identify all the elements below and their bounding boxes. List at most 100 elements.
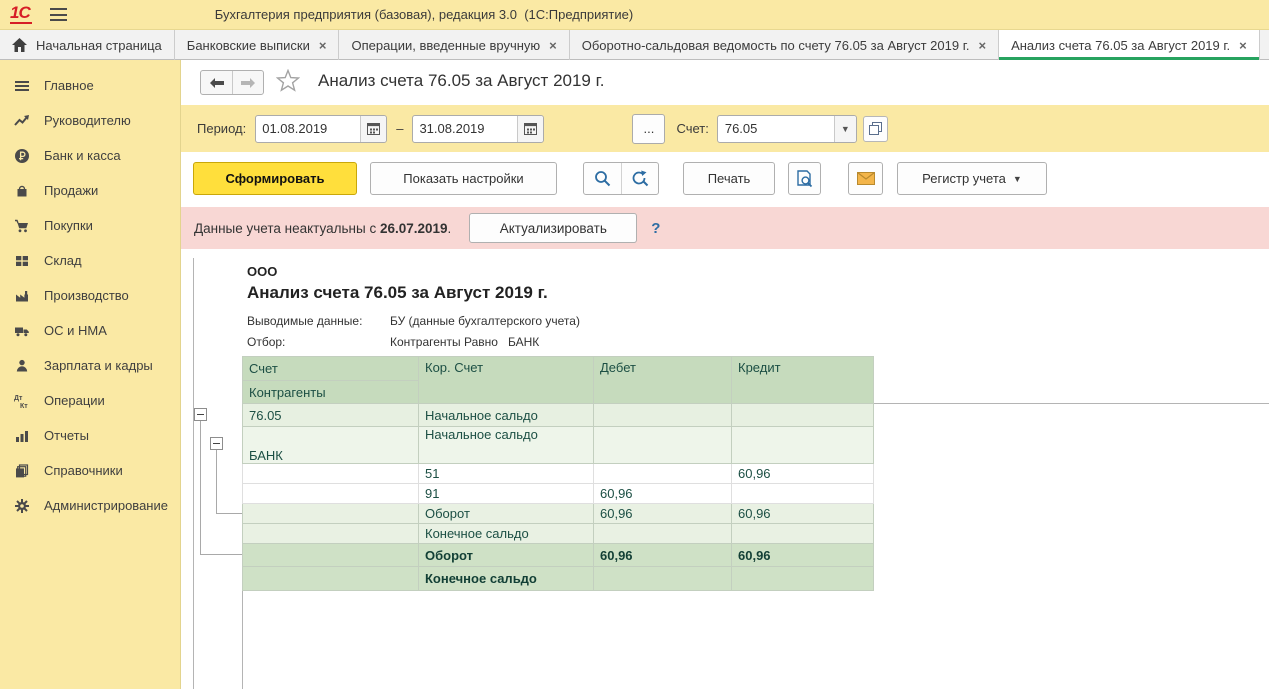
chevron-down-icon[interactable]: ▼	[834, 116, 856, 142]
filter-row: Период: – ... Счет: 76.05 ▼	[181, 105, 1269, 152]
menu-icon	[14, 78, 30, 94]
collapse-contractor-icon[interactable]	[210, 437, 223, 450]
sidebar-item-label: Главное	[44, 78, 94, 93]
cell-debit: 60,96	[594, 484, 732, 504]
search-icon[interactable]	[584, 163, 621, 194]
period-dash: –	[396, 121, 403, 136]
actualize-button[interactable]: Актуализировать	[469, 213, 637, 243]
mail-icon[interactable]	[849, 163, 882, 194]
close-icon[interactable]: ×	[319, 38, 327, 53]
truck-icon	[14, 323, 30, 339]
refresh-search-icon[interactable]	[621, 163, 658, 194]
report-meta-data: Выводимые данные:БУ (данные бухгалтерско…	[247, 314, 580, 328]
alert-date: 26.07.2019	[380, 221, 448, 236]
sidebar-item-production[interactable]: Производство	[0, 278, 180, 313]
cell-credit	[732, 567, 874, 591]
sidebar-item-sales[interactable]: Продажи	[0, 173, 180, 208]
factory-icon	[14, 288, 30, 304]
person-icon	[14, 358, 30, 374]
report-area: ООО Анализ счета 76.05 за Август 2019 г.…	[181, 250, 1269, 689]
cell-corr: Оборот	[419, 544, 594, 567]
sidebar-item-purchases[interactable]: Покупки	[0, 208, 180, 243]
sidebar-item-administration[interactable]: Администрирование	[0, 488, 180, 523]
account-open-button[interactable]	[863, 116, 888, 142]
account-value[interactable]: 76.05	[718, 116, 834, 142]
help-icon[interactable]: ?	[651, 220, 660, 237]
report-meta-filter: Отбор:Контрагенты Равно БАНК	[247, 335, 539, 349]
generate-button[interactable]: Сформировать	[193, 162, 357, 195]
tab-turnover-balance[interactable]: Оборотно-сальдовая ведомость по счету 76…	[570, 30, 999, 60]
sidebar-item-manager[interactable]: Руководителю	[0, 103, 180, 138]
cell-credit	[732, 484, 874, 504]
cell-account	[243, 484, 419, 504]
calendar-icon[interactable]	[517, 116, 543, 142]
sidebar-item-bank-cash[interactable]: Банк и касса	[0, 138, 180, 173]
sidebar-item-label: Зарплата и кадры	[44, 358, 153, 373]
register-button[interactable]: Регистр учета ▼	[897, 162, 1047, 195]
cell-debit: 60,96	[594, 544, 732, 567]
sidebar-item-label: Руководителю	[44, 113, 131, 128]
content-area: Анализ счета 76.05 за Август 2019 г. Пер…	[181, 60, 1269, 689]
sidebar-item-operations[interactable]: ДтКт Операции	[0, 383, 180, 418]
sidebar-item-label: Продажи	[44, 183, 98, 198]
home-icon	[12, 38, 27, 52]
register-label: Регистр учета	[922, 171, 1006, 186]
print-preview-icon[interactable]	[789, 163, 820, 194]
tab-label: Банковские выписки	[187, 38, 310, 53]
page-title: Анализ счета 76.05 за Август 2019 г.	[318, 71, 604, 91]
search-group	[583, 162, 659, 195]
sidebar-item-salary-hr[interactable]: Зарплата и кадры	[0, 348, 180, 383]
close-icon[interactable]: ×	[1239, 38, 1247, 53]
calendar-icon[interactable]	[360, 116, 386, 142]
sidebar-item-warehouse[interactable]: Склад	[0, 243, 180, 278]
cell-credit	[732, 404, 874, 427]
date-to-input[interactable]	[413, 116, 517, 142]
cell-debit	[594, 567, 732, 591]
collapse-account-icon[interactable]	[194, 408, 207, 421]
cell-corr: Начальное сальдо	[419, 404, 594, 427]
cell-account	[243, 504, 419, 524]
date-from-field	[255, 115, 387, 143]
tab-bank-statements[interactable]: Банковские выписки ×	[175, 30, 340, 60]
sidebar-item-reports[interactable]: Отчеты	[0, 418, 180, 453]
close-icon[interactable]: ×	[549, 38, 557, 53]
sidebar-item-fixed-assets[interactable]: ОС и НМА	[0, 313, 180, 348]
table-header-row: Счет Кор. Счет Дебет Кредит	[243, 357, 874, 381]
1c-logo-icon: 1С	[10, 5, 32, 24]
header-credit: Кредит	[732, 357, 874, 404]
tree-line	[216, 450, 217, 513]
favorite-star-icon[interactable]	[276, 69, 300, 97]
tree-line	[200, 421, 201, 554]
close-icon[interactable]: ×	[978, 38, 986, 53]
sidebar-item-directories[interactable]: Справочники	[0, 453, 180, 488]
stale-data-alert: Данные учета неактуальны с 26.07.2019. А…	[181, 207, 1269, 249]
show-settings-button[interactable]: Показать настройки	[370, 162, 557, 195]
account-combo: 76.05 ▼	[717, 115, 857, 143]
sidebar-item-label: Банк и касса	[44, 148, 121, 163]
gear-icon	[14, 498, 30, 514]
header-account: Счет	[243, 357, 419, 381]
main-menu-icon[interactable]	[50, 8, 67, 21]
tab-home[interactable]: Начальная страница	[0, 30, 175, 60]
sidebar: Главное Руководителю Банк и касса Продаж…	[0, 60, 181, 689]
tab-account-analysis[interactable]: Анализ счета 76.05 за Август 2019 г. ×	[999, 30, 1260, 60]
sidebar-item-main[interactable]: Главное	[0, 68, 180, 103]
cell-credit: 60,96	[732, 504, 874, 524]
sidebar-item-label: Администрирование	[44, 498, 168, 513]
dtkt-icon: ДтКт	[14, 393, 30, 409]
grid-icon	[14, 253, 30, 269]
period-more-button[interactable]: ...	[632, 114, 665, 144]
cell-credit	[732, 427, 874, 464]
cell-account: 76.05	[243, 404, 419, 427]
preview-group	[788, 162, 821, 195]
back-button[interactable]	[201, 71, 232, 94]
forward-button[interactable]	[232, 71, 263, 94]
window-titlebar: 1С Бухгалтерия предприятия (базовая), ре…	[0, 0, 1269, 30]
tab-manual-operations[interactable]: Операции, введенные вручную ×	[339, 30, 569, 60]
svg-text:Кт: Кт	[20, 403, 28, 409]
open-list-icon	[869, 122, 882, 135]
print-button[interactable]: Печать	[683, 162, 775, 195]
date-from-input[interactable]	[256, 116, 360, 142]
cell-account	[243, 524, 419, 544]
cell-credit	[732, 524, 874, 544]
